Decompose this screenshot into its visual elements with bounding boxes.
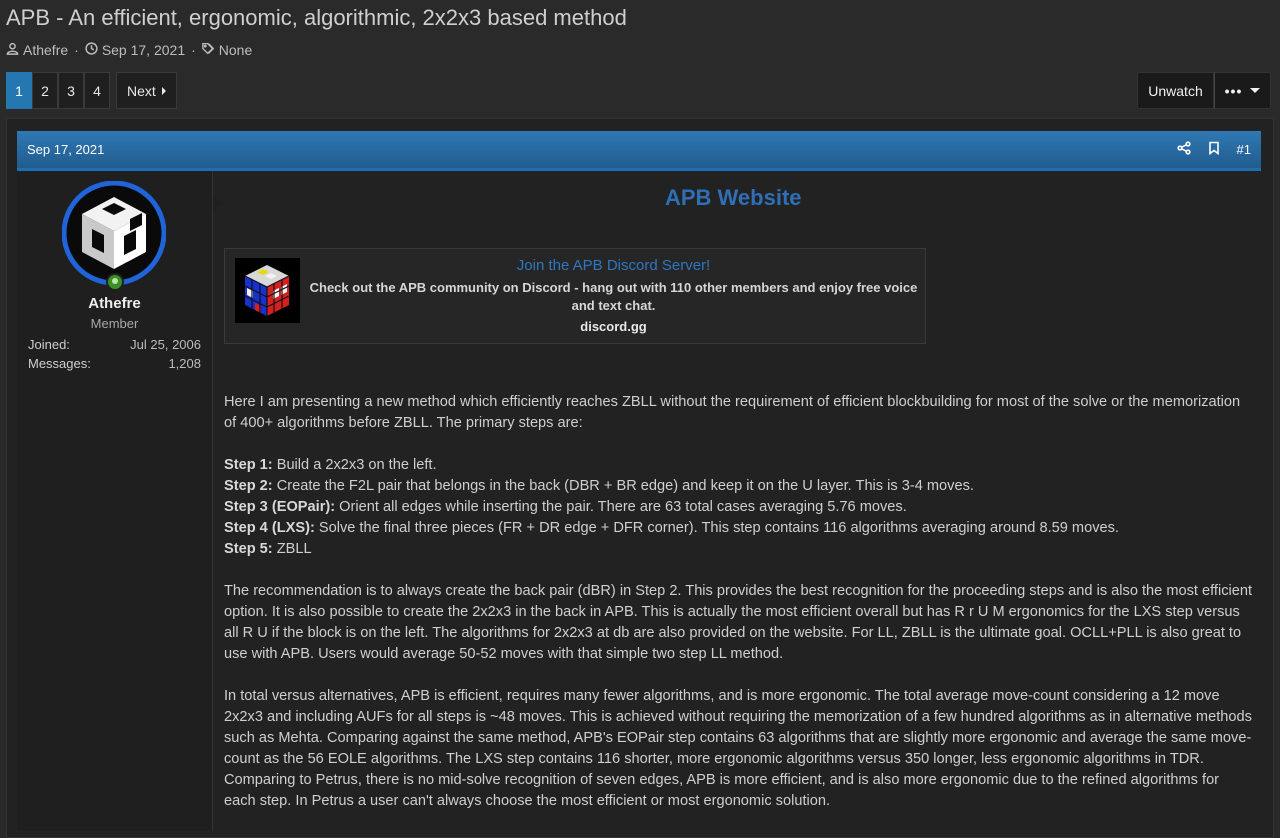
post-body: Here I am presenting a new method which … [224, 392, 1254, 833]
discord-embed[interactable]: Join the APB Discord Server! Check out t… [224, 248, 926, 344]
embed-site: discord.gg [580, 319, 647, 334]
clock-icon [85, 42, 98, 58]
step-5-label: Step 5: [224, 541, 273, 557]
steps-list: Step 1: Build a 2x2x3 on the left. Step … [224, 455, 1254, 560]
embed-description: Check out the APB community on Discord -… [309, 280, 918, 313]
more-dots-icon: ••• [1224, 82, 1243, 99]
thread-tags: None [218, 42, 253, 58]
step-1-label: Step 1: [224, 457, 273, 473]
thread-meta: Athefre · Sep 17, 2021 · None [6, 42, 252, 58]
user-icon [6, 42, 19, 58]
user-stat-joined: Joined: Jul 25, 2006 [28, 337, 201, 352]
separator: · [74, 42, 79, 58]
joined-value: Jul 25, 2006 [130, 337, 201, 352]
bookmark-icon[interactable] [1207, 141, 1221, 158]
caret-right-icon [161, 86, 166, 95]
username[interactable]: Athefre [17, 295, 212, 312]
more-options-button[interactable]: ••• [1214, 72, 1271, 109]
step-3-label: Step 3 (EOPair): [224, 499, 336, 515]
rubiks-cube-image [235, 258, 300, 323]
cube-logo-icon [62, 181, 166, 285]
step-5-text: ZBLL [272, 541, 312, 557]
online-status-indicator [106, 273, 124, 291]
embed-title[interactable]: Join the APB Discord Server! [300, 257, 927, 274]
pagination: 1 2 3 4 Next [6, 72, 177, 109]
caret-down-icon [1250, 88, 1261, 93]
thread-author[interactable]: Athefre [23, 42, 68, 58]
joined-label: Joined: [28, 337, 70, 352]
post-number[interactable]: #1 [1237, 142, 1251, 157]
step-4-text: Solve the final three pieces (FR + DR ed… [314, 520, 1119, 536]
step-2-label: Step 2: [224, 478, 273, 494]
comparison-paragraph: In total versus alternatives, APB is eff… [224, 688, 1252, 809]
next-label: Next [127, 82, 156, 99]
separator: · [191, 42, 196, 58]
step-4-label: Step 4 (LXS): [224, 520, 315, 536]
step-3-text: Orient all edges while inserting the pai… [335, 499, 907, 515]
user-stat-messages: Messages: 1,208 [28, 356, 201, 371]
thread-date[interactable]: Sep 17, 2021 [102, 42, 185, 58]
tag-icon [201, 42, 215, 58]
unwatch-button[interactable]: Unwatch [1137, 72, 1214, 109]
step-1-text: Build a 2x2x3 on the left. [272, 457, 437, 473]
post-header: Sep 17, 2021 #1 [17, 131, 1261, 171]
share-icon[interactable] [1176, 141, 1191, 158]
page-link-4[interactable]: 4 [84, 72, 110, 109]
apb-website-link[interactable]: APB Website [665, 185, 802, 211]
avatar[interactable] [62, 181, 166, 285]
page-link-3[interactable]: 3 [58, 72, 84, 109]
step-2-text: Create the F2L pair that belongs in the … [272, 478, 974, 494]
user-sidebar: Athefre Member Joined: Jul 25, 2006 Mess… [17, 171, 221, 831]
next-page-button[interactable]: Next [116, 72, 177, 109]
page-link-1[interactable]: 1 [6, 72, 32, 109]
user-title: Member [90, 316, 139, 331]
recommendation-paragraph: The recommendation is to always create t… [224, 583, 1253, 662]
intro-paragraph: Here I am presenting a new method which … [224, 394, 1241, 431]
thread-actions: Unwatch ••• [1137, 72, 1271, 109]
messages-value[interactable]: 1,208 [168, 356, 201, 371]
page-link-2[interactable]: 2 [32, 72, 58, 109]
post-date[interactable]: Sep 17, 2021 [27, 142, 1177, 157]
thread-title: APB - An efficient, ergonomic, algorithm… [6, 5, 627, 30]
messages-label: Messages: [28, 356, 91, 371]
